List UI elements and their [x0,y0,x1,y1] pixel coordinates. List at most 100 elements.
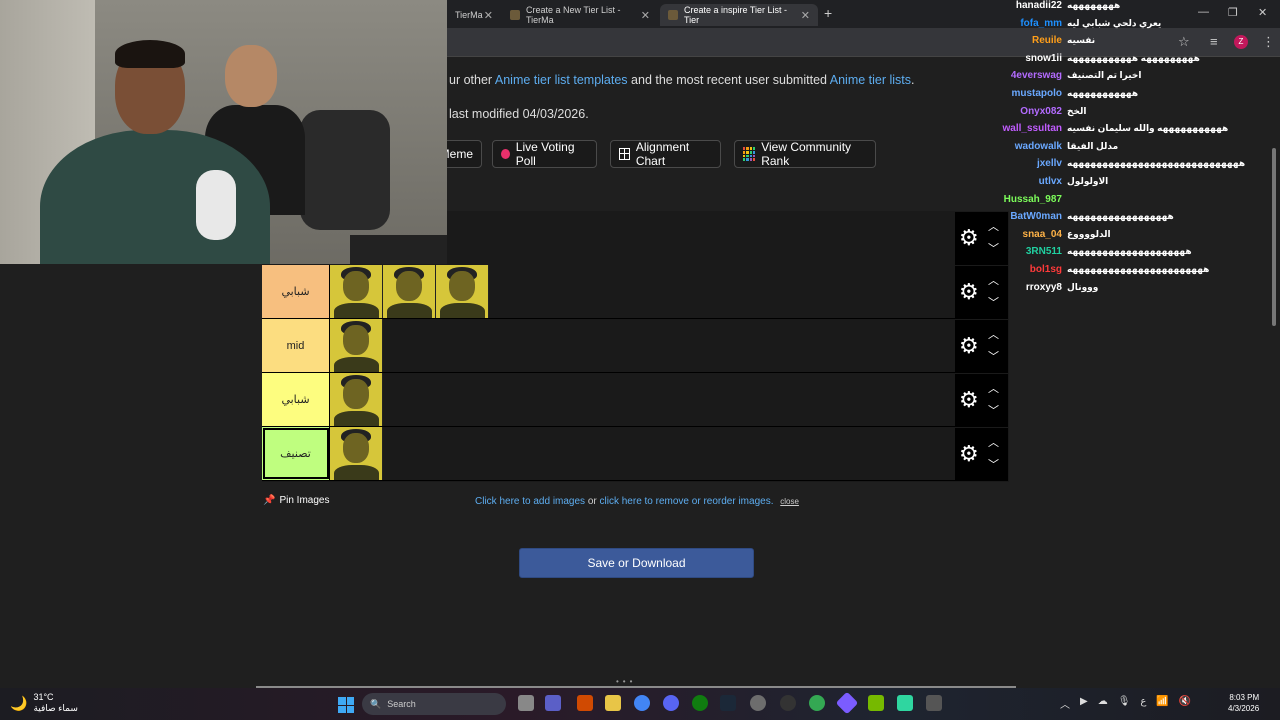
gear-icon[interactable]: ⚙ [959,334,979,358]
community-rank-icon [743,147,756,161]
tier-item-image[interactable] [330,319,383,372]
pin-icon: 📌 [263,495,276,506]
tab-title: Create a inspire Tier List - Tier [684,5,788,25]
taskbar-clock[interactable]: 8:03 PM 4/3/2026 [1228,692,1259,714]
chat-message: الدلووووع [1067,228,1111,239]
chat-username: rroxyy8 [1025,281,1062,293]
gear-icon[interactable]: ⚙ [959,226,979,250]
more-dots-icon[interactable]: ••• [616,677,636,686]
tier-row-2: mid [262,319,955,373]
grid-icon [619,148,630,160]
chat-message: هههههههههه هههههههههههه [1067,52,1200,63]
remove-reorder-images-link[interactable]: click here to remove or reorder images. [600,496,774,507]
obs-icon[interactable] [780,695,796,711]
browser-tab-1[interactable]: TierMa ✕ [447,4,501,26]
clock-time: 8:03 PM [1229,693,1260,702]
tab-title: TierMa [455,10,483,20]
chat-message: هههههههههههههههههه [1067,211,1174,222]
media-icon[interactable]: ▶ [1080,696,1088,711]
button-label: Live Voting Poll [515,140,575,168]
save-or-download-button[interactable]: Save or Download [519,548,754,578]
chat-username: Onyx082 [1020,105,1062,117]
search-placeholder: Search [387,699,416,709]
intro-prefix: ur other [449,73,495,87]
chevron-down-icon[interactable]: ﹀ [988,402,999,418]
tier-row-4: تصنيف [262,427,955,481]
windows-start-icon[interactable] [338,697,354,713]
steam-icon[interactable] [720,695,736,711]
pin-images-toggle[interactable]: 📌 Pin Images [263,495,329,506]
live-voting-poll-button[interactable]: Live Voting Poll [492,140,597,168]
gear-icon[interactable]: ⚙ [959,280,979,304]
tier-item-image[interactable] [436,265,489,318]
browser-tab-2[interactable]: Create a New Tier List - TierMa ✕ [502,4,658,26]
settings-icon[interactable] [750,695,766,711]
system-tray: ︿ ▶ ☁ 🎙 ع 📶 🔇 [1060,696,1191,711]
tiermaker-favicon-icon [668,10,678,20]
chat-message: الخخ [1067,105,1087,116]
chat-username: Hussah_987 [1003,193,1062,205]
gear-icon[interactable]: ⚙ [959,442,979,466]
page-scrollbar[interactable] [1272,148,1276,326]
tier-label[interactable]: mid [262,319,330,372]
chevron-up-icon[interactable]: ︿ [988,326,999,342]
search-icon: 🔍 [370,698,382,709]
chat-username: jxellv [1036,158,1062,170]
snipping-tool-icon[interactable] [926,695,942,711]
anime-templates-link[interactable]: Anime tier list templates [495,73,628,87]
tier-item-image[interactable] [383,265,436,318]
tier-label[interactable]: شبابي [262,265,330,318]
discord-icon[interactable] [663,695,679,711]
mic-icon[interactable]: 🎙 [1118,696,1131,711]
tier-item-image[interactable] [330,373,383,426]
view-community-rank-button[interactable]: View Community Rank [734,140,876,168]
chrome-icon[interactable] [809,695,825,711]
chrome-icon[interactable] [634,695,650,711]
weather-widget[interactable]: 🌙 31°C سماء صافية [10,692,78,714]
tier-label-editing[interactable]: تصنيف [262,427,330,480]
alignment-chart-button[interactable]: Alignment Chart [610,140,721,168]
chevron-up-icon[interactable]: ︿ [988,380,999,396]
close-icon[interactable]: ✕ [801,9,810,22]
tier-item-image[interactable] [330,265,383,318]
onedrive-icon[interactable]: ☁ [1098,696,1108,711]
tier-controls-4: ⚙ ︿ ﹀ [955,428,1008,481]
new-tab-button[interactable]: + [824,5,832,21]
wifi-icon[interactable]: 📶 [1156,696,1168,711]
file-explorer-icon[interactable] [518,695,534,711]
app-icon[interactable] [897,695,913,711]
intro-middle: and the most recent user submitted [627,73,830,87]
nvidia-icon[interactable] [868,695,884,711]
tier-label[interactable]: شبابي [262,373,330,426]
anime-tier-lists-link[interactable]: Anime tier lists [830,73,911,87]
gear-icon[interactable]: ⚙ [959,388,979,412]
app-icon[interactable] [605,695,621,711]
button-label: View Community Rank [761,140,852,168]
chat-message: ههههههههه [1067,0,1121,10]
volume-icon[interactable]: 🔇 [1179,696,1191,711]
chat-username: mustapolo [1011,88,1062,99]
taskbar-search[interactable]: 🔍 Search [362,693,506,715]
close-icon[interactable]: ✕ [484,9,493,22]
chat-username: Reuile [1031,35,1062,47]
close-link[interactable]: close [780,497,799,506]
language-indicator[interactable]: ع [1140,696,1146,711]
close-icon[interactable]: ✕ [641,9,650,22]
chat-message: مدلل الفيقا [1067,140,1119,151]
xbox-icon[interactable] [692,695,708,711]
browser-tab-3[interactable]: Create a inspire Tier List - Tier ✕ [660,4,818,26]
clock-date: 4/3/2026 [1228,704,1260,713]
tier-item-image[interactable] [330,427,383,480]
chevron-up-icon[interactable]: ︿ [1060,696,1070,711]
add-images-link[interactable]: Click here to add images [475,496,585,507]
chevron-down-icon[interactable]: ﹀ [988,456,999,472]
moon-icon: 🌙 [10,694,28,711]
chat-username: 3RN511 [1025,246,1062,258]
chevron-down-icon[interactable]: ﹀ [988,348,999,364]
chat-message: نفسيه [1067,35,1096,46]
chat-username: utlvx [1038,176,1062,187]
last-modified-text: last modified 04/03/2026. [449,107,589,121]
app-icon[interactable] [577,695,593,711]
chevron-up-icon[interactable]: ︿ [988,434,999,450]
app-icon[interactable] [545,695,561,711]
